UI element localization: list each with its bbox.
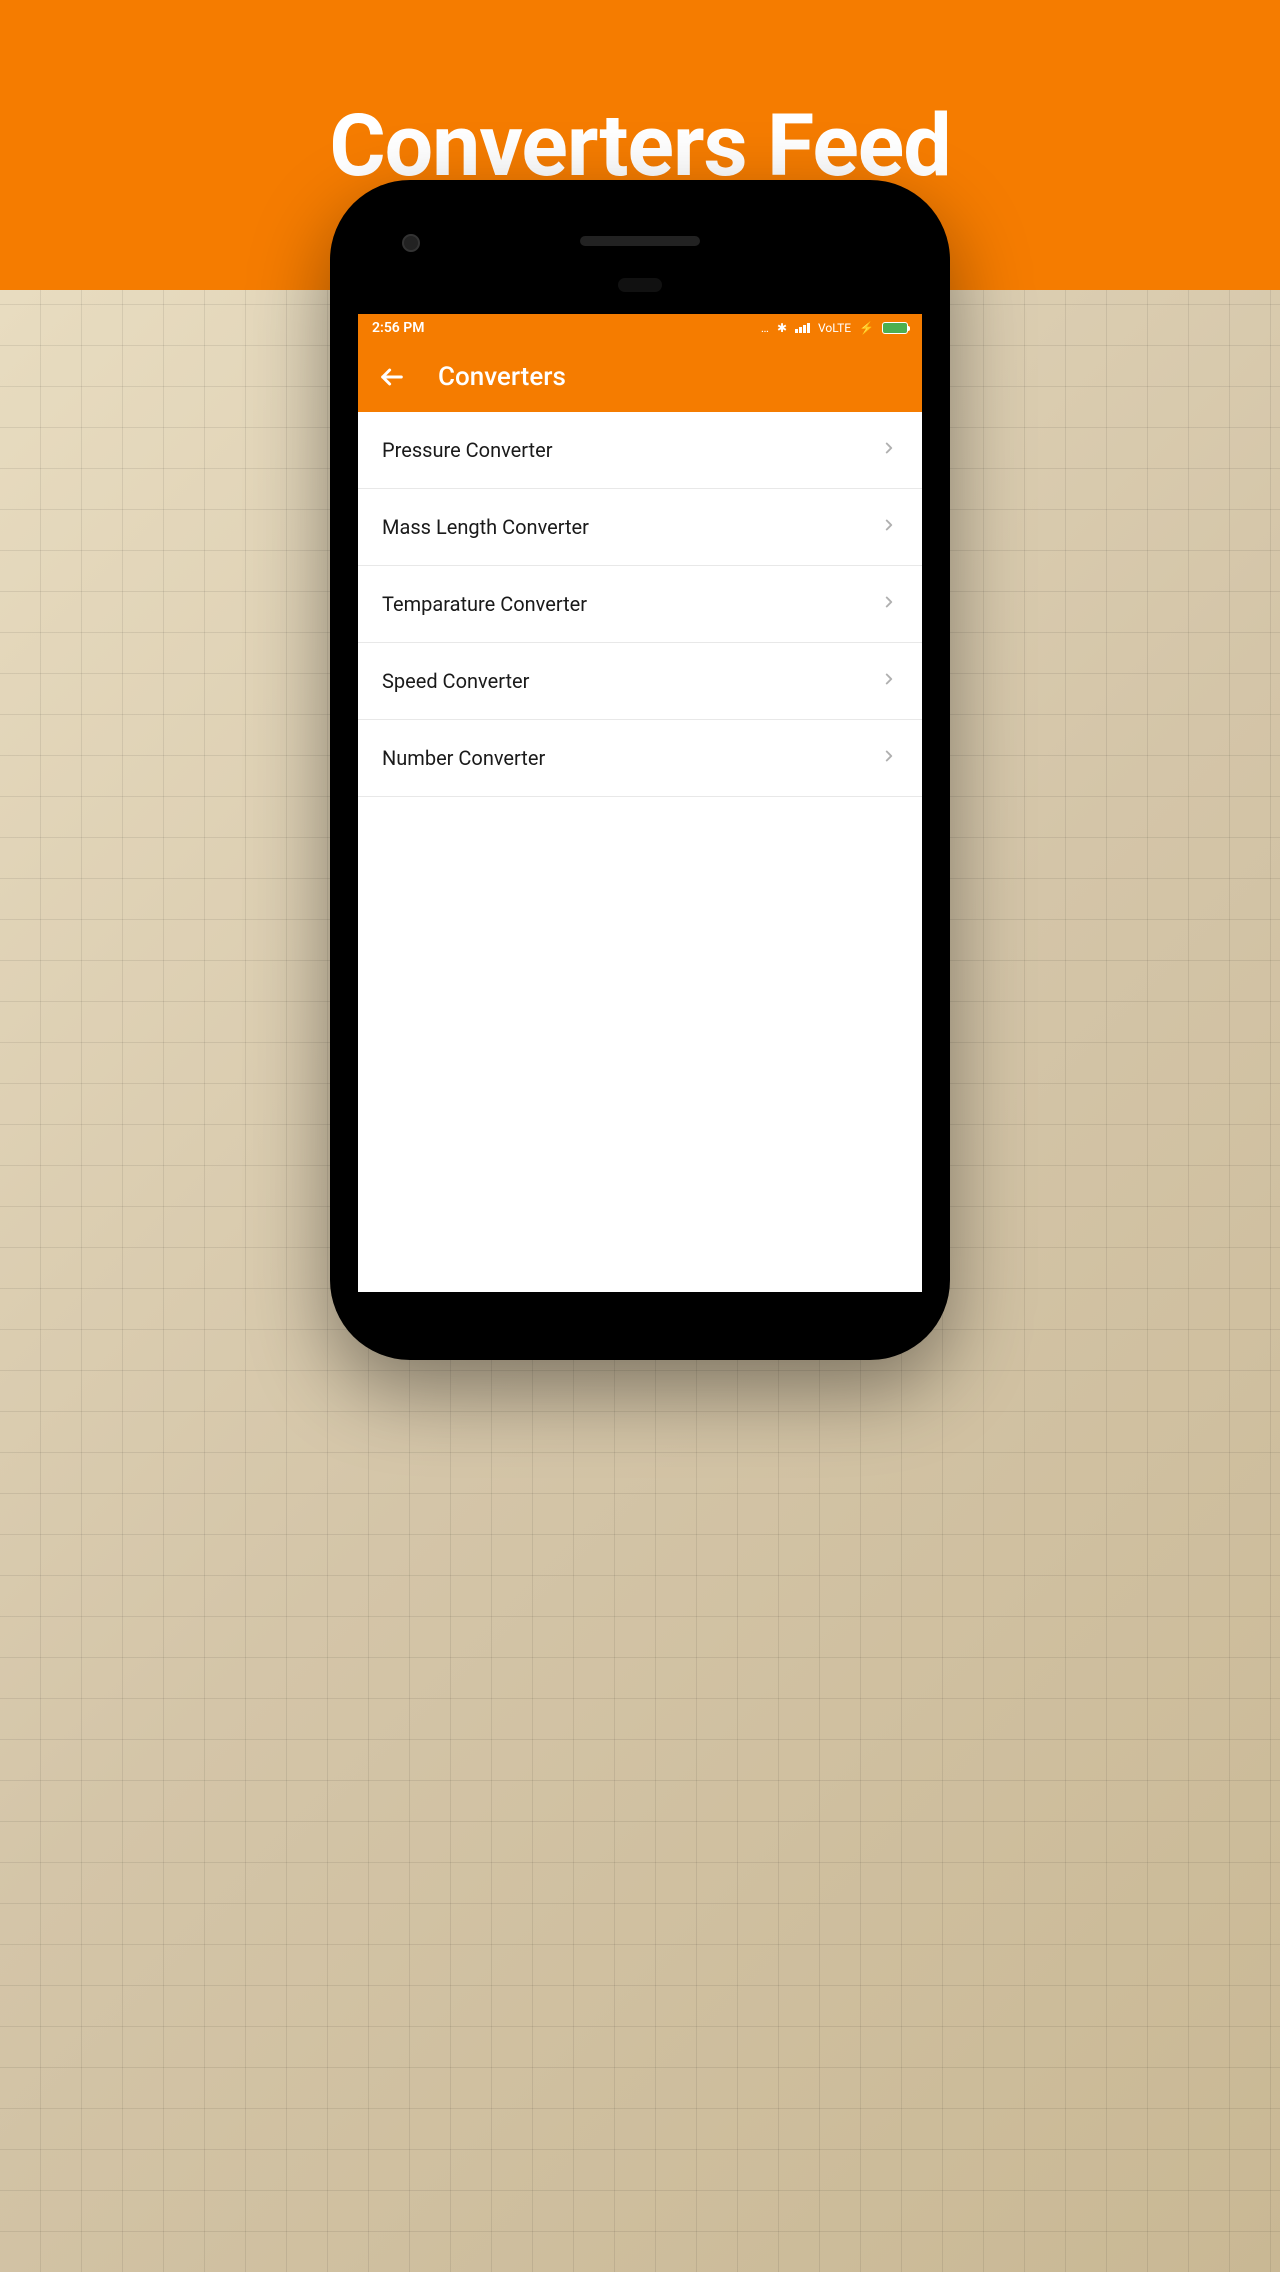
list-item-label: Mass Length Converter (382, 515, 589, 539)
list-item-label: Temparature Converter (382, 592, 587, 616)
status-right: … ✱ VoLTE ⚡ (761, 321, 908, 335)
chevron-right-icon (880, 439, 898, 461)
arrow-left-icon (378, 363, 406, 391)
app-title: Converters (438, 362, 566, 392)
chevron-right-icon (880, 747, 898, 769)
phone-camera (402, 234, 420, 252)
battery-icon (882, 322, 908, 334)
status-time: 2:56 PM (372, 320, 425, 336)
phone-screen: 2:56 PM … ✱ VoLTE ⚡ (358, 314, 922, 1292)
list-item-label: Pressure Converter (382, 438, 552, 462)
list-item-label: Number Converter (382, 746, 545, 770)
chevron-right-icon (880, 670, 898, 692)
list-item-temperature[interactable]: Temparature Converter (358, 566, 922, 643)
list-item-mass-length[interactable]: Mass Length Converter (358, 489, 922, 566)
phone-frame: 2:56 PM … ✱ VoLTE ⚡ (330, 180, 950, 1360)
converters-list: Pressure Converter Mass Length Converter… (358, 412, 922, 797)
charging-icon: ⚡ (859, 321, 874, 335)
phone-speaker (580, 236, 700, 246)
chevron-right-icon (880, 593, 898, 615)
phone-sensor (618, 278, 662, 292)
status-bar: 2:56 PM … ✱ VoLTE ⚡ (358, 314, 922, 342)
list-item-label: Speed Converter (382, 669, 529, 693)
chevron-right-icon (880, 516, 898, 538)
app-bar: Converters (358, 342, 922, 412)
bluetooth-icon: ✱ (777, 321, 787, 335)
list-item-number[interactable]: Number Converter (358, 720, 922, 797)
list-item-pressure[interactable]: Pressure Converter (358, 412, 922, 489)
network-label: VoLTE (818, 321, 851, 335)
overflow-dots-icon: … (761, 321, 769, 335)
signal-icon (795, 323, 810, 333)
list-item-speed[interactable]: Speed Converter (358, 643, 922, 720)
back-button[interactable] (378, 363, 406, 391)
